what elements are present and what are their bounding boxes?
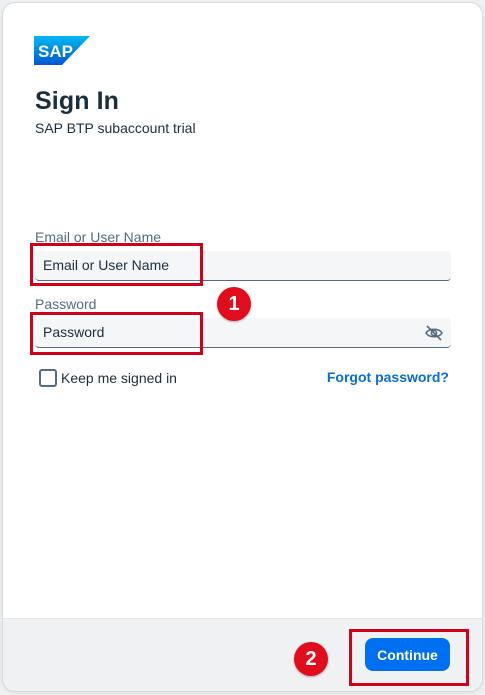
step-badge-2: 2 — [294, 642, 328, 676]
page-subtitle: SAP BTP subaccount trial — [35, 120, 196, 136]
footer-bar: Continue — [3, 618, 482, 691]
password-label: Password — [35, 296, 97, 312]
sign-in-card: SAP Sign In SAP BTP subaccount trial Ema… — [3, 3, 482, 691]
email-label: Email or User Name — [35, 229, 162, 245]
forgot-password-link[interactable]: Forgot password? — [327, 369, 449, 385]
continue-button[interactable]: Continue — [365, 638, 450, 671]
eye-slash-icon[interactable] — [424, 323, 444, 343]
email-field[interactable] — [35, 251, 451, 281]
page-title: Sign In — [35, 87, 120, 115]
keep-signed-in-label[interactable]: Keep me signed in — [61, 370, 177, 386]
sap-logo: SAP — [34, 36, 90, 65]
svg-text:SAP: SAP — [38, 42, 73, 61]
keep-signed-in-checkbox[interactable] — [39, 369, 57, 387]
password-field[interactable] — [35, 318, 451, 348]
step-badge-1: 1 — [217, 287, 251, 321]
email-input[interactable] — [43, 251, 413, 279]
password-input[interactable] — [43, 318, 413, 346]
